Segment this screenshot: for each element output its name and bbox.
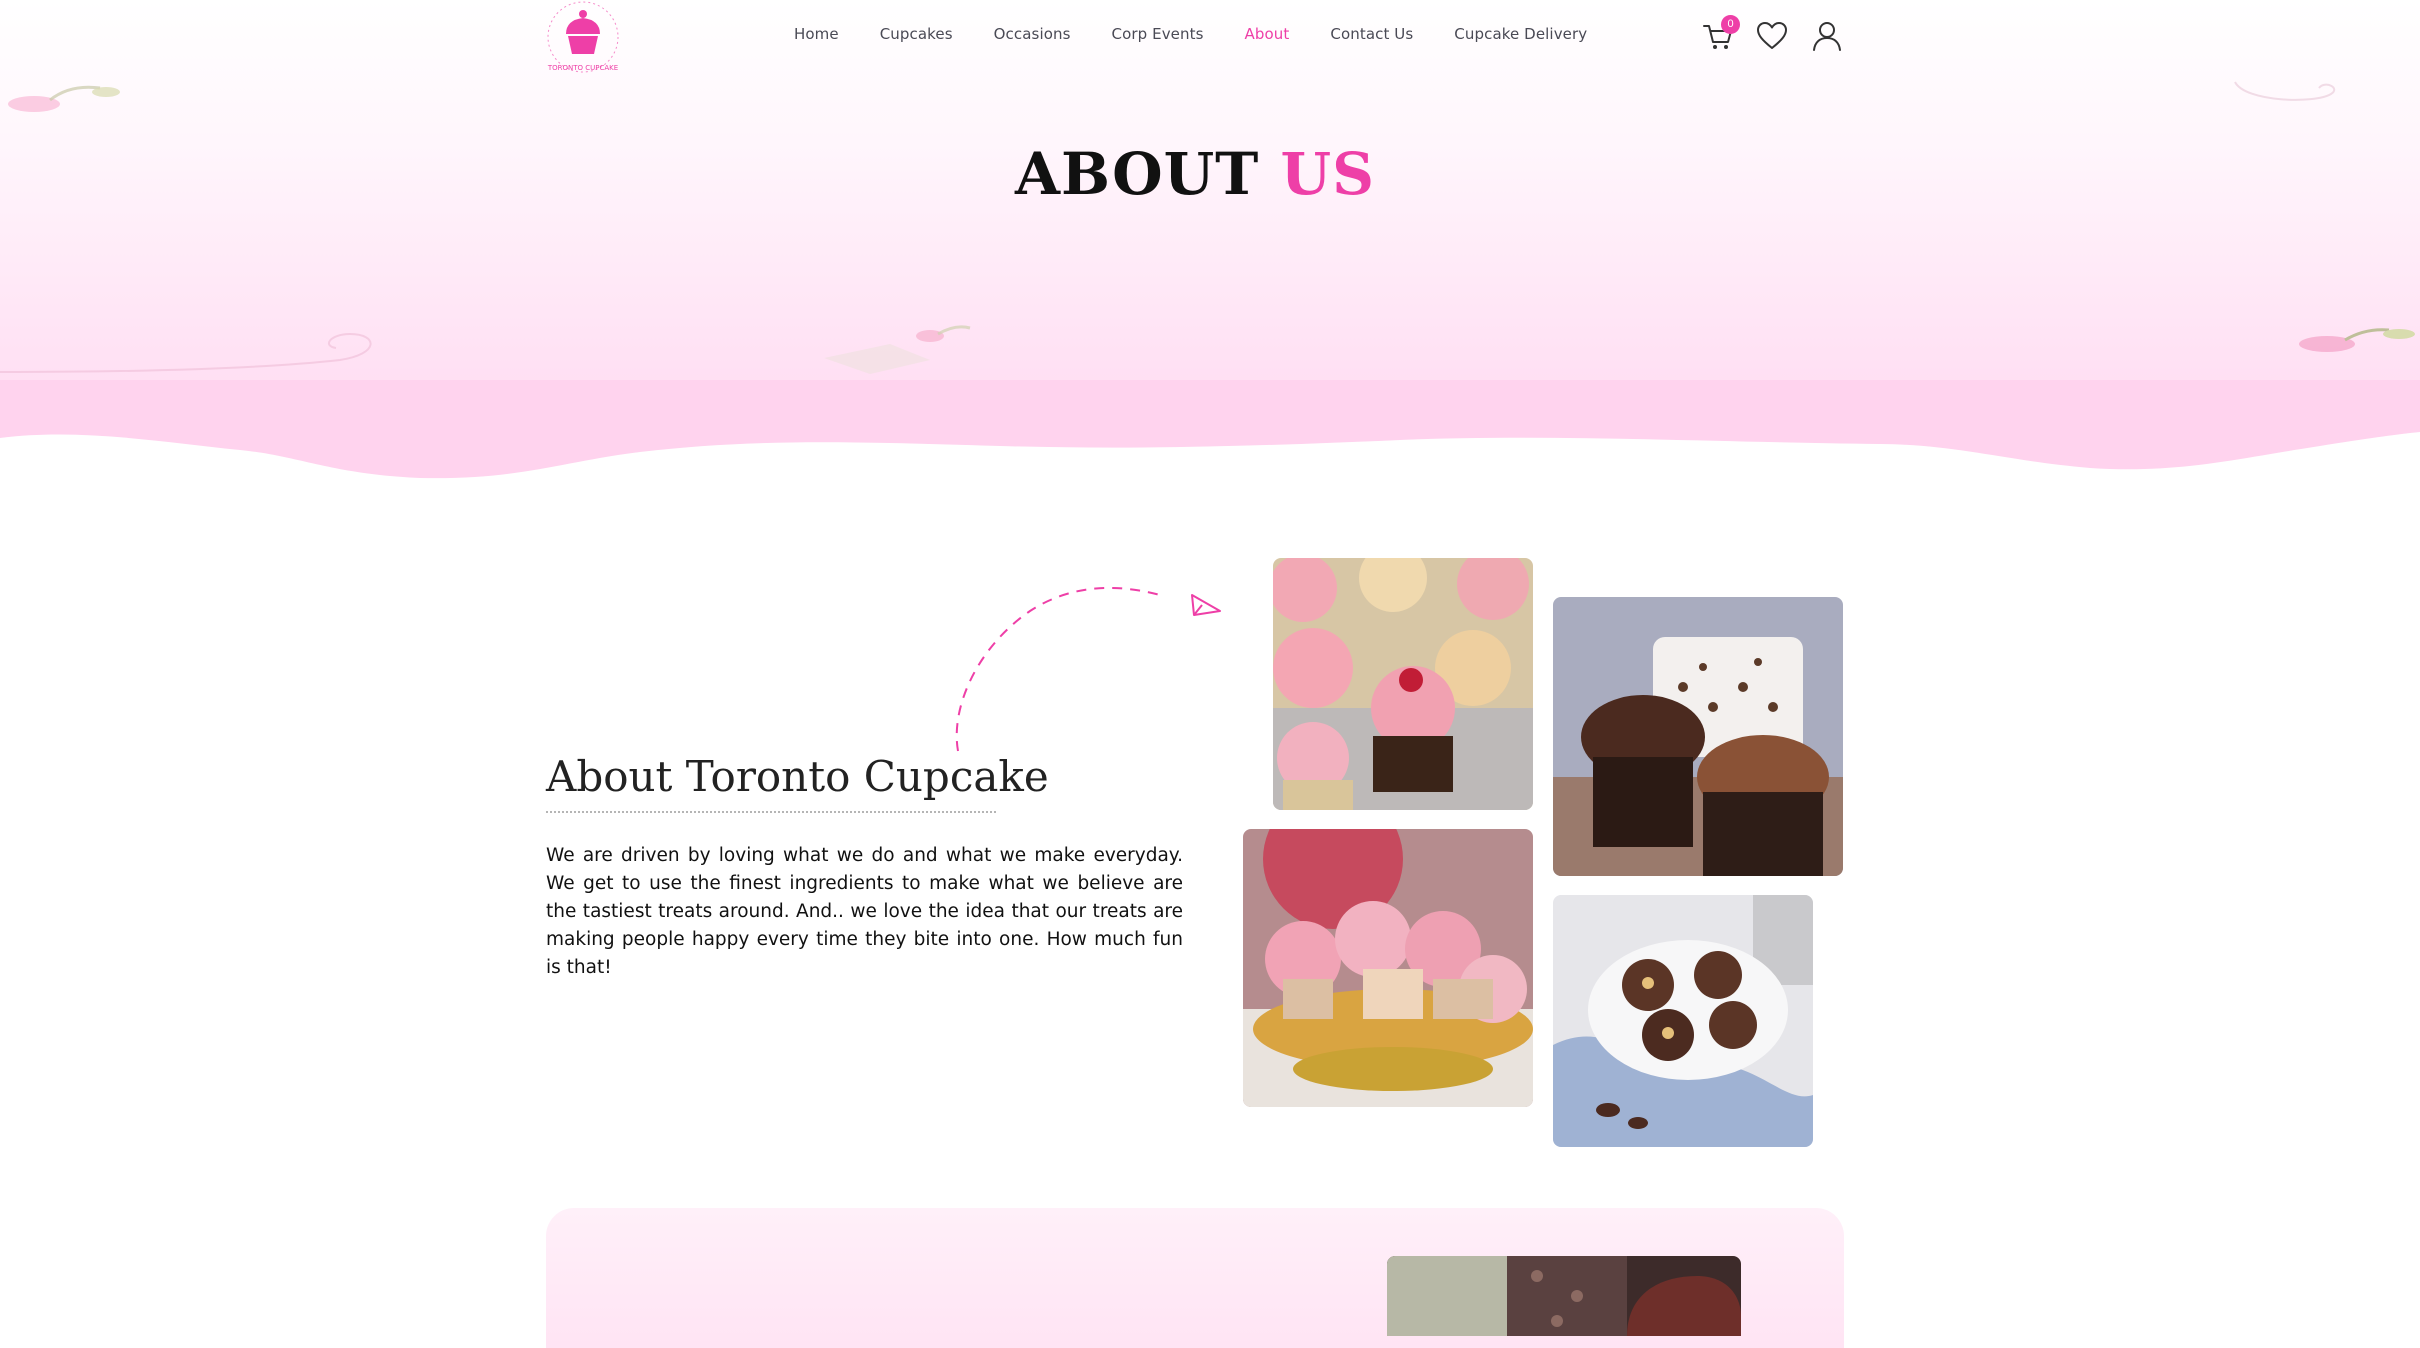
site-header: TORONTO CUPCAKE Home Cupcakes Occasions … [0, 0, 2420, 80]
nav-cupcakes[interactable]: Cupcakes [880, 25, 953, 43]
toronto-cupcake-logo[interactable]: TORONTO CUPCAKE [546, 0, 620, 74]
nav-cupcake-delivery[interactable]: Cupcake Delivery [1454, 25, 1587, 43]
cart-button[interactable]: 0 [1700, 15, 1740, 54]
nav-corp-events[interactable]: Corp Events [1112, 25, 1204, 43]
page-title-main: ABOUT [1014, 140, 1260, 208]
dashed-paper-plane-decoration [955, 587, 1221, 752]
cupcake-photo-chocolate-cup [1553, 597, 1843, 876]
svg-text:TORONTO CUPCAKE: TORONTO CUPCAKE [547, 64, 618, 72]
header-actions: 0 [1700, 15, 1845, 58]
nav-occasions[interactable]: Occasions [994, 25, 1071, 43]
account-button[interactable] [1809, 18, 1845, 54]
main-navigation: Home Cupcakes Occasions Corp Events Abou… [794, 25, 1628, 43]
nav-about[interactable]: About [1245, 25, 1290, 43]
founder-photo-partial [1387, 1256, 1741, 1336]
cupcake-photo-gold-stand [1243, 829, 1533, 1107]
about-paragraph: We are driven by loving what we do and w… [546, 845, 1183, 978]
about-heading: About Toronto Cupcake [546, 752, 1049, 813]
nav-contact-us[interactable]: Contact Us [1330, 25, 1413, 43]
cupcake-photo-chocolate-plate [1553, 895, 1813, 1147]
cake-slice-decoration [824, 325, 971, 374]
swirl-decoration-left [0, 332, 372, 373]
cupcake-photo-pink-tray [1273, 558, 1533, 810]
user-icon [1813, 22, 1841, 51]
page-title: ABOUT US [0, 140, 2390, 208]
heart-icon [1757, 22, 1787, 49]
hero-wave [0, 380, 2420, 500]
page-title-accent: US [1280, 140, 1376, 208]
cart-count-badge: 0 [1721, 15, 1740, 34]
nav-home[interactable]: Home [794, 25, 839, 43]
wishlist-button[interactable] [1754, 18, 1790, 54]
cherry-decoration-right [2299, 328, 2415, 352]
